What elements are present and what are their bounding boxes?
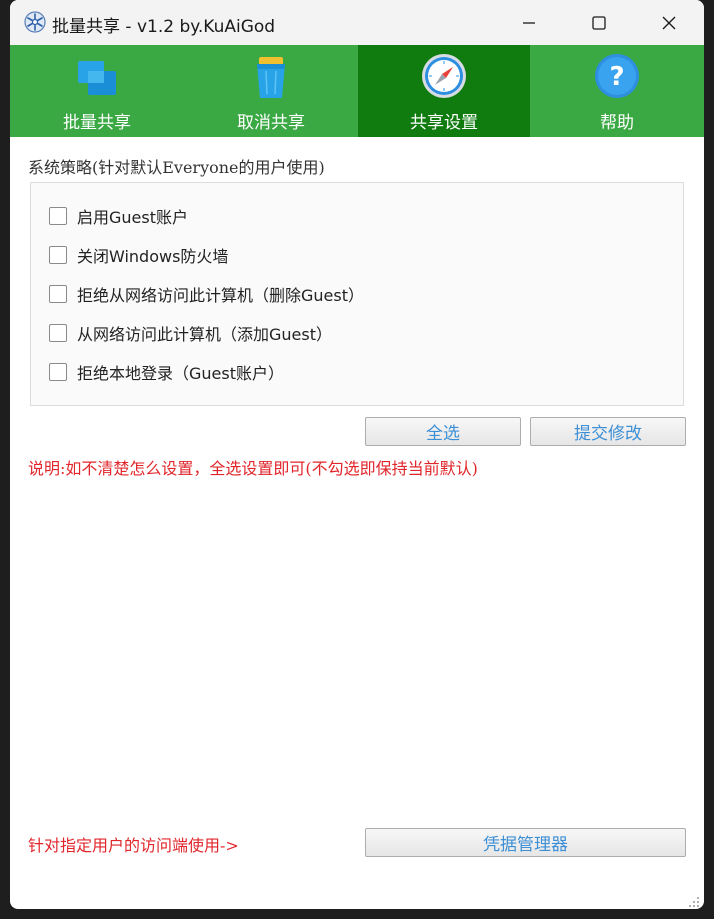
tab-help[interactable]: ? 帮助 [530, 45, 704, 137]
tab-share-settings[interactable]: 共享设置 [358, 45, 530, 137]
policy-group-box: 启用Guest账户 关闭Windows防火墙 拒绝从网络访问此计算机（删除Gue… [30, 182, 684, 406]
app-snowflake-icon [24, 11, 46, 33]
checkbox[interactable] [49, 363, 67, 381]
checkbox-label: 拒绝从网络访问此计算机（删除Guest） [77, 286, 364, 305]
help-icon: ? [592, 51, 642, 101]
policy-title: 系统策略(针对默认Everyone的用户使用) [28, 158, 325, 177]
option-deny-network-access[interactable]: 拒绝从网络访问此计算机（删除Guest） [49, 283, 364, 305]
minimize-button[interactable] [494, 0, 564, 45]
explanation-note: 说明:如不清楚怎么设置，全选设置即可(不勾选即保持当前默认) [28, 459, 478, 478]
checkbox-label: 拒绝本地登录（Guest账户） [77, 364, 284, 383]
app-window: 批量共享 - v1.2 by.KuAiGod 批量共享 取消共享 共享设置 ? … [10, 0, 704, 909]
tab-label: 取消共享 [237, 113, 305, 133]
option-disable-firewall[interactable]: 关闭Windows防火墙 [49, 244, 228, 266]
tab-label: 批量共享 [63, 113, 131, 133]
close-button[interactable] [634, 0, 704, 45]
option-deny-local-logon[interactable]: 拒绝本地登录（Guest账户） [49, 361, 284, 383]
checkbox-label: 关闭Windows防火墙 [77, 247, 229, 266]
compass-icon [419, 51, 469, 101]
checkbox[interactable] [49, 207, 67, 225]
trash-icon [246, 51, 296, 101]
checkbox[interactable] [49, 324, 67, 342]
footer-note: 针对指定用户的访问端使用-> [28, 836, 239, 855]
option-allow-network-access[interactable]: 从网络访问此计算机（添加Guest） [49, 322, 332, 344]
minimize-icon [523, 21, 535, 24]
resize-grip-icon[interactable] [688, 893, 700, 907]
window-title: 批量共享 - v1.2 by.KuAiGod [52, 17, 276, 37]
maximize-button[interactable] [564, 0, 634, 45]
main-toolbar: 批量共享 取消共享 共享设置 ? 帮助 [10, 45, 704, 137]
checkbox-label: 启用Guest账户 [77, 208, 188, 227]
select-all-button[interactable]: 全选 [365, 417, 521, 446]
checkbox[interactable] [49, 285, 67, 303]
maximize-icon [592, 15, 606, 30]
windows-share-icon [72, 51, 122, 101]
tab-label: 帮助 [600, 113, 634, 133]
close-icon [662, 16, 676, 29]
submit-changes-button[interactable]: 提交修改 [530, 417, 686, 446]
tab-label: 共享设置 [410, 113, 478, 133]
tab-cancel-share[interactable]: 取消共享 [184, 45, 358, 137]
checkbox-label: 从网络访问此计算机（添加Guest） [77, 325, 332, 344]
svg-text:?: ? [609, 62, 624, 92]
credential-manager-button[interactable]: 凭据管理器 [365, 828, 686, 857]
option-enable-guest[interactable]: 启用Guest账户 [49, 205, 188, 227]
tab-batch-share[interactable]: 批量共享 [10, 45, 184, 137]
checkbox[interactable] [49, 246, 67, 264]
title-bar[interactable]: 批量共享 - v1.2 by.KuAiGod [10, 0, 704, 45]
